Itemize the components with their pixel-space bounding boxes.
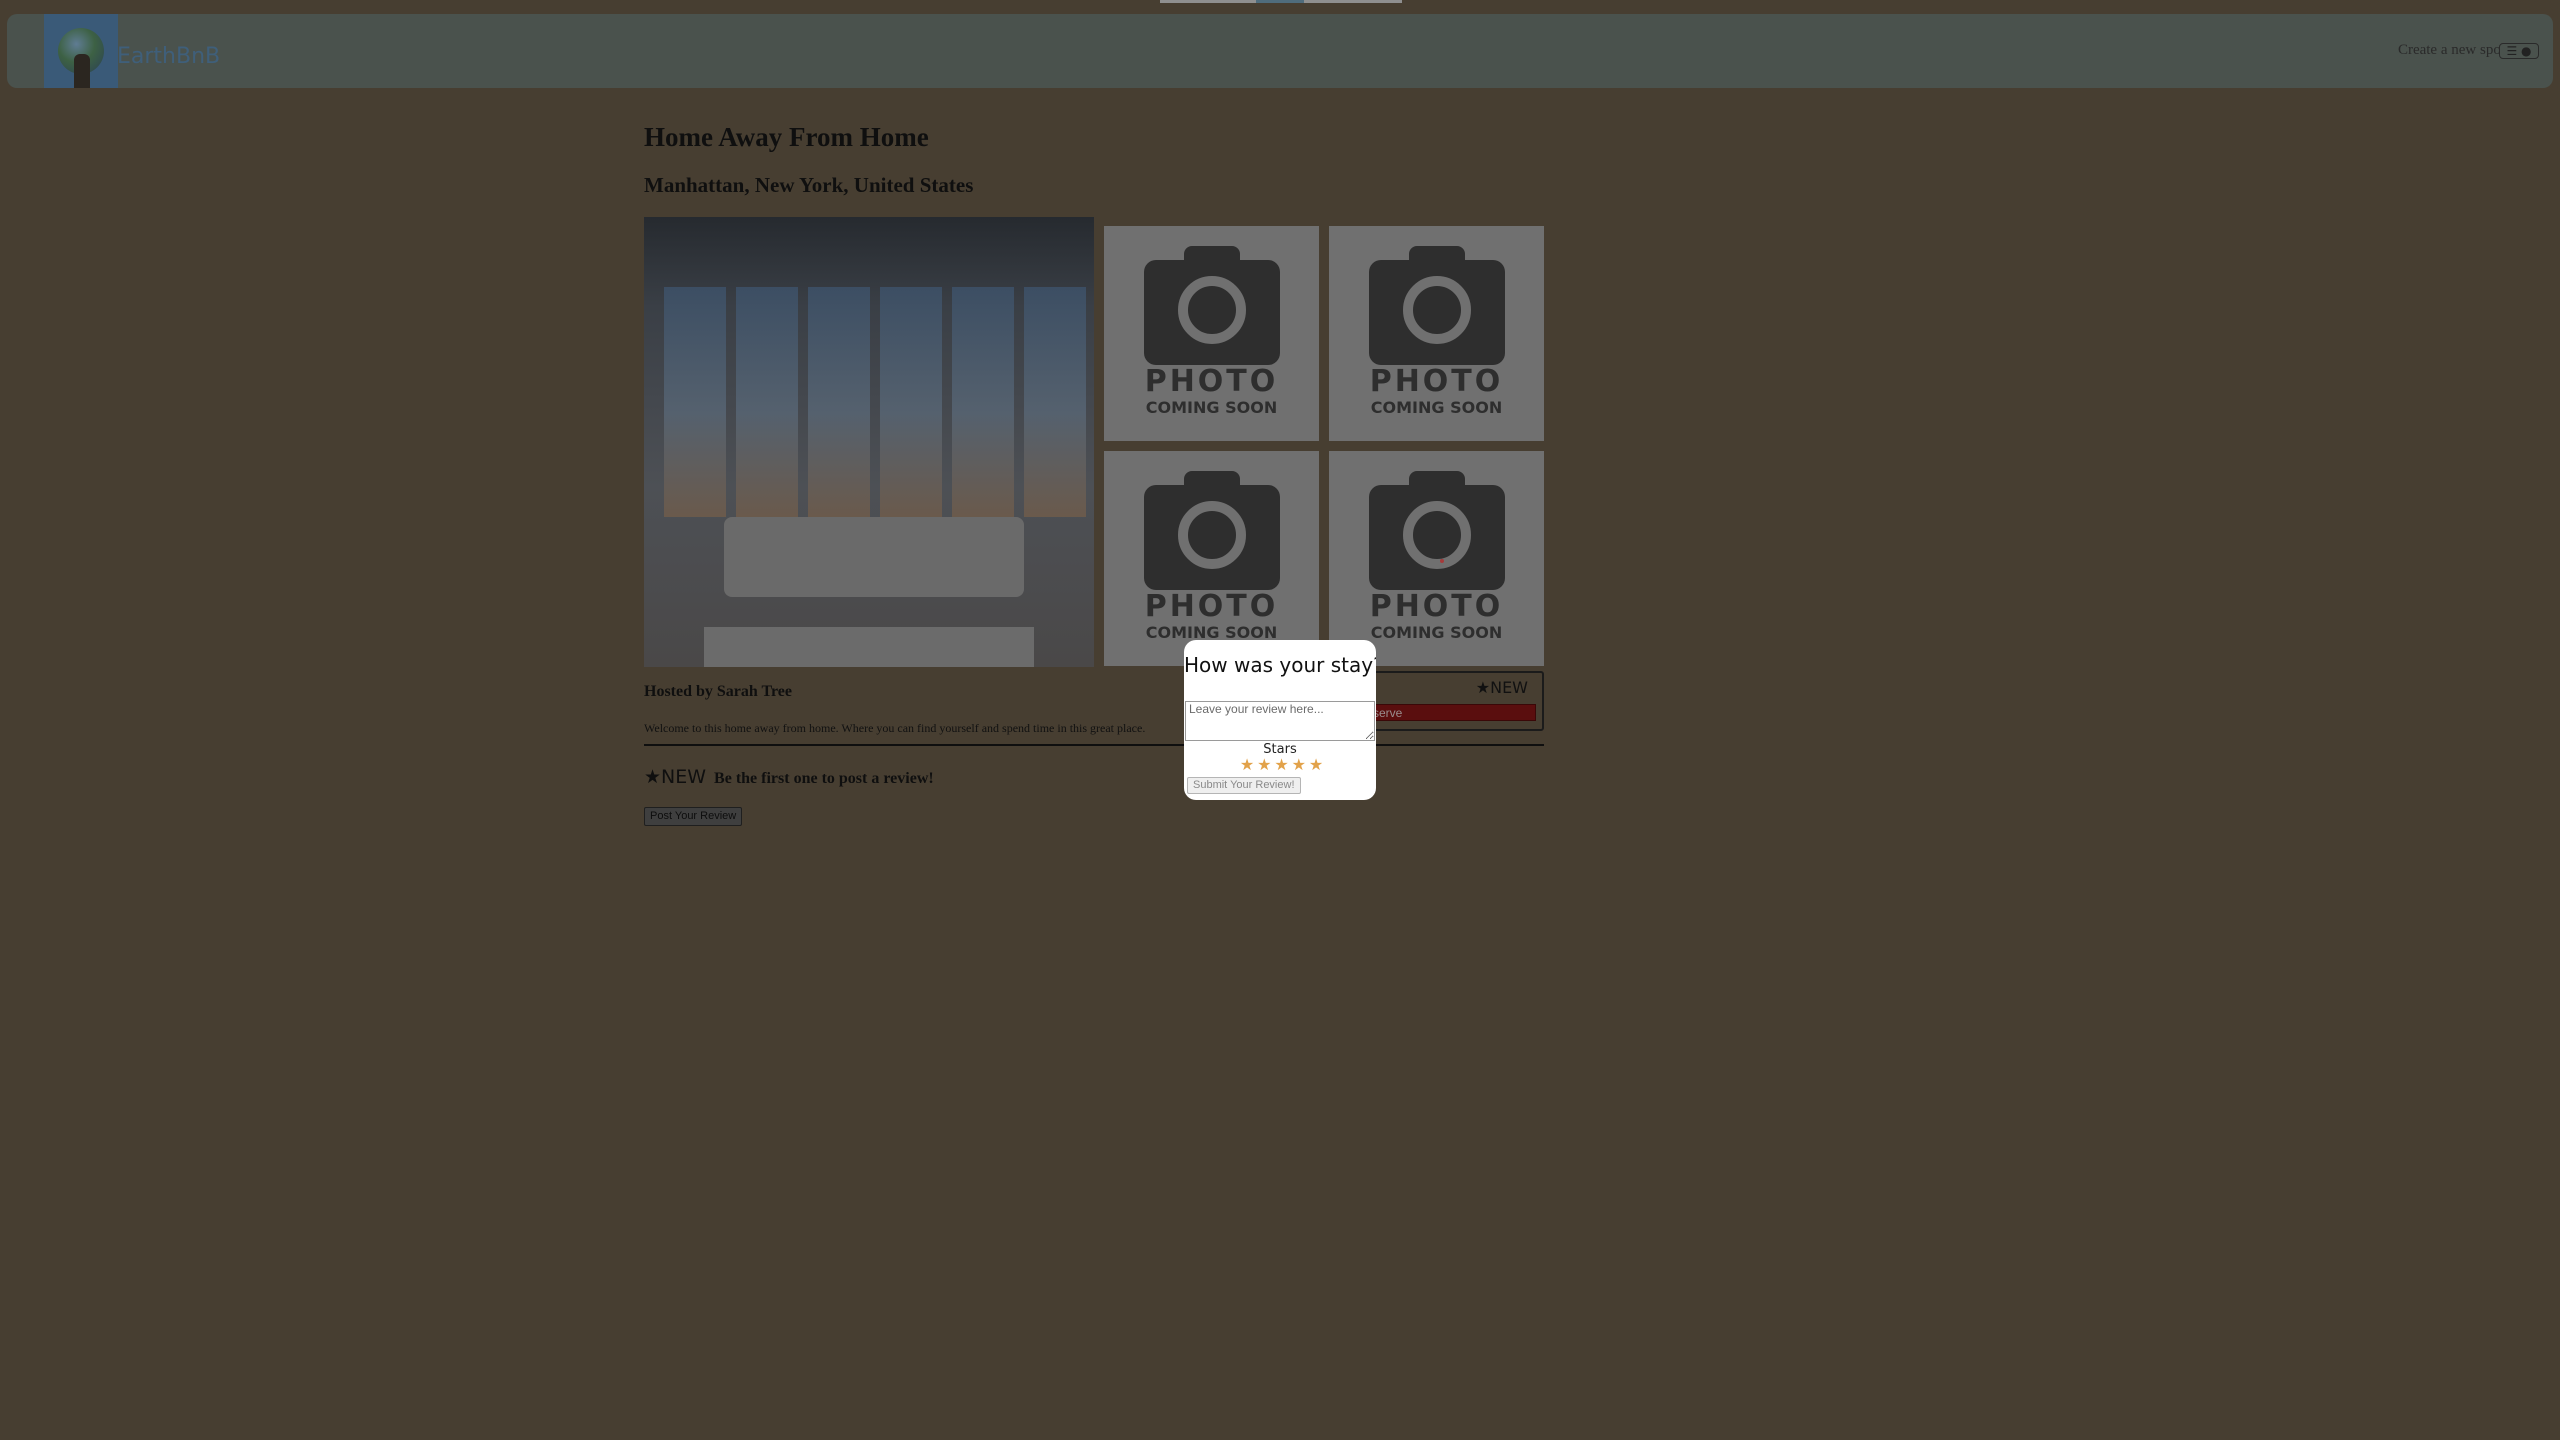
top-tab-right	[1304, 0, 1402, 3]
top-tab-left	[1160, 0, 1256, 3]
photo-placeholder: PHOTO COMING SOON	[1104, 226, 1319, 441]
star-rating-input[interactable]: ★ ★ ★ ★ ★	[1239, 757, 1324, 775]
logo-icon[interactable]	[44, 14, 118, 88]
hamburger-icon: ☰	[2506, 44, 2518, 58]
section-divider	[644, 744, 1544, 746]
camera-lens-icon	[1403, 501, 1471, 569]
modal-title: How was your stay?	[1184, 653, 1376, 677]
placeholder-text: PHOTO	[1144, 364, 1279, 399]
submit-review-button[interactable]: Submit Your Review!	[1187, 777, 1301, 794]
top-tab-active	[1256, 0, 1304, 3]
camera-lens-icon	[1178, 276, 1246, 344]
figure-graphic	[74, 54, 90, 88]
review-textarea[interactable]	[1185, 701, 1375, 741]
top-tab-strip	[1160, 0, 1402, 3]
photo-placeholder: PHOTO COMING SOON	[1329, 226, 1544, 441]
brand-name[interactable]: EarthBnB	[117, 44, 220, 69]
photo-placeholder: PHOTO COMING SOON	[1104, 451, 1319, 666]
placeholder-text: PHOTO	[1144, 589, 1279, 624]
camera-lens-icon	[1403, 276, 1471, 344]
photo-placeholder: PHOTO COMING SOON	[1329, 451, 1544, 666]
window-graphic	[664, 287, 726, 517]
placeholder-text: PHOTO	[1369, 364, 1504, 399]
rating-badge: ★NEW	[1475, 678, 1528, 697]
post-review-button[interactable]: Post Your Review	[644, 807, 743, 826]
window-graphic	[736, 287, 798, 517]
review-summary: ★NEW Be the first one to post a review!	[644, 766, 934, 788]
listing-location: Manhattan, New York, United States	[644, 173, 974, 197]
new-rating-badge: ★NEW	[644, 766, 707, 788]
create-spot-link[interactable]: Create a new spot	[2398, 42, 2505, 59]
listing-title: Home Away From Home	[644, 122, 929, 152]
window-graphic	[808, 287, 870, 517]
window-graphic	[880, 287, 942, 517]
review-modal: How was your stay? Stars ★ ★ ★ ★ ★ Submi…	[1184, 640, 1376, 800]
star-icon[interactable]: ★	[1308, 757, 1324, 773]
listing-description: Welcome to this home away from home. Whe…	[644, 721, 1146, 735]
navbar: EarthBnB Create a new spot ☰ ●	[7, 14, 2553, 88]
window-graphic	[1024, 287, 1086, 517]
profile-menu-button[interactable]: ☰ ●	[2499, 43, 2539, 59]
rug-graphic	[704, 627, 1034, 667]
mouse-cursor	[1440, 559, 1444, 563]
window-graphic	[952, 287, 1014, 517]
host-name: Hosted by Sarah Tree	[644, 683, 793, 700]
placeholder-subtext: COMING SOON	[1145, 398, 1278, 417]
user-icon: ●	[2521, 44, 2532, 58]
review-summary-text: Be the first one to post a review!	[714, 770, 934, 787]
placeholder-subtext: COMING SOON	[1370, 398, 1503, 417]
camera-lens-icon	[1178, 501, 1246, 569]
star-icon[interactable]: ★	[1291, 757, 1307, 773]
star-icon[interactable]: ★	[1239, 757, 1255, 773]
sofa-graphic	[724, 517, 1024, 597]
main-listing-photo	[644, 217, 1094, 667]
star-icon[interactable]: ★	[1256, 757, 1272, 773]
placeholder-text: PHOTO	[1369, 589, 1504, 624]
star-icon[interactable]: ★	[1274, 757, 1290, 773]
